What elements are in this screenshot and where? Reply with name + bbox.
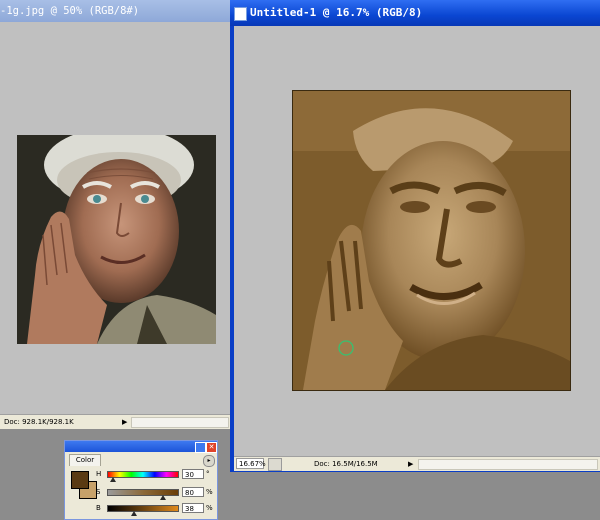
painting-document-window: Untitled-1 @ 16.7% (RGB/8) 16.67% Doc: 1…: [230, 0, 600, 472]
painting-window-title: Untitled-1 @ 16.7% (RGB/8): [250, 6, 423, 19]
status-menu-arrow-icon[interactable]: ▶: [122, 415, 127, 429]
brightness-unit: %: [206, 504, 213, 512]
saturation-row: S 80 %: [65, 487, 217, 501]
reference-status-bar: Doc: 928.1K/928.1K ▶: [0, 414, 230, 429]
brightness-label: B: [96, 504, 101, 512]
brightness-slider-thumb[interactable]: [130, 511, 137, 516]
minimize-icon[interactable]: [195, 442, 206, 453]
hue-slider-thumb[interactable]: [109, 477, 116, 482]
status-menu-arrow-icon[interactable]: ▶: [408, 457, 413, 471]
document-size-info[interactable]: Doc: 928.1K/928.1K: [4, 415, 74, 429]
reference-photo: [17, 135, 216, 344]
hue-label: H: [96, 470, 102, 478]
reference-window-title[interactable]: -1g.jpg @ 50% (RGB/8#): [0, 0, 230, 22]
palette-menu-icon[interactable]: ▸: [203, 455, 215, 467]
painting-status-bar: 16.67% Doc: 16.5M/16.5M ▶: [234, 456, 600, 471]
zoom-menu-icon[interactable]: [268, 458, 282, 471]
painting-canvas-area[interactable]: [234, 26, 600, 456]
hue-unit: °: [206, 470, 210, 478]
painting-window-titlebar[interactable]: Untitled-1 @ 16.7% (RGB/8): [230, 0, 600, 26]
reference-document-window: -1g.jpg @ 50% (RGB/8#) Doc: 928.1K/928.1…: [0, 0, 231, 429]
tab-color[interactable]: Color: [69, 454, 101, 466]
horizontal-scrollbar[interactable]: [418, 459, 598, 470]
brightness-value-input[interactable]: 38: [182, 503, 204, 513]
document-size-info[interactable]: Doc: 16.5M/16.5M: [314, 457, 378, 471]
hue-value-input[interactable]: 30: [182, 469, 204, 479]
saturation-value-input[interactable]: 80: [182, 487, 204, 497]
saturation-slider-thumb[interactable]: [160, 495, 166, 500]
zoom-level-field[interactable]: 16.67%: [236, 458, 266, 469]
brightness-row: B 38 %: [65, 503, 217, 517]
doc-icon: [234, 7, 247, 21]
brightness-slider[interactable]: [107, 505, 179, 512]
close-icon[interactable]: ✕: [206, 442, 217, 453]
saturation-slider[interactable]: [107, 489, 179, 496]
hue-slider[interactable]: [107, 471, 179, 478]
saturation-label: S: [96, 488, 101, 496]
reference-canvas-area[interactable]: [0, 22, 230, 414]
color-palette: ✕ Color ▸ H 30 ° S 80 % B 38 %: [64, 440, 218, 520]
horizontal-scrollbar[interactable]: [131, 417, 229, 428]
saturation-unit: %: [206, 488, 213, 496]
painting-canvas[interactable]: [292, 90, 571, 391]
hue-row: H 30 °: [65, 469, 217, 483]
